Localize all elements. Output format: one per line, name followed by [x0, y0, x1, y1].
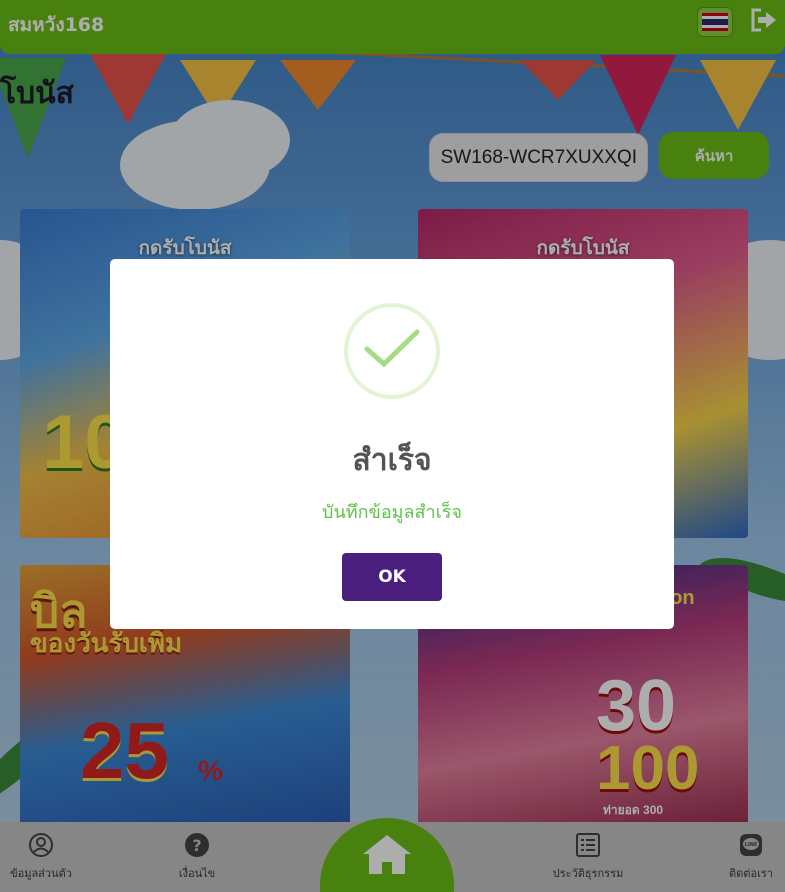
dialog-message: บันทึกข้อมูลสำเร็จ	[322, 502, 462, 523]
ok-button[interactable]: OK	[342, 553, 442, 601]
dialog-title: สำเร็จ	[352, 443, 432, 478]
success-check-icon	[344, 303, 440, 399]
success-dialog: สำเร็จ บันทึกข้อมูลสำเร็จ OK	[110, 259, 674, 629]
